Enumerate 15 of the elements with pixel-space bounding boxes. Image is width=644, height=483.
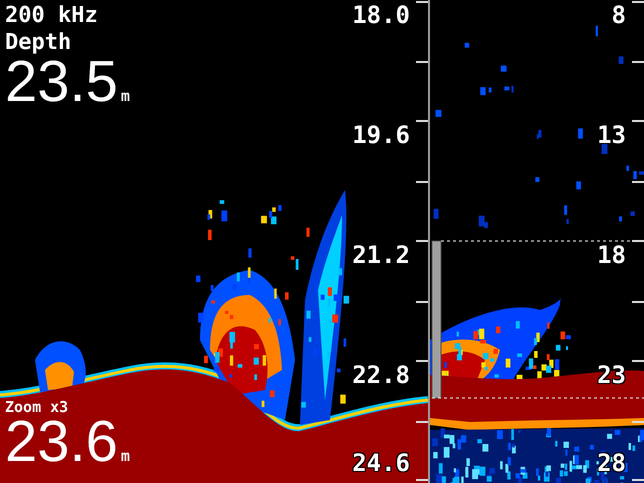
depth-scale-label: 13: [597, 122, 626, 148]
depth-value: 23.5: [5, 56, 118, 108]
zoom-label: Zoom x3: [5, 398, 70, 416]
depth-scale-label: 18: [597, 242, 626, 268]
depth-scale-label: 19.6: [352, 122, 410, 148]
depth-scale-label: 18.0: [352, 2, 410, 28]
frequency-label: 200 kHz: [5, 2, 99, 29]
depth-scale-label: 8: [612, 2, 626, 28]
depth-unit: m: [120, 87, 130, 105]
depth-scale-label: 24.6: [352, 450, 410, 476]
depth-label: Depth: [5, 29, 72, 56]
zoom-depth-unit: m: [120, 447, 130, 465]
zoom-depth-value: 23.6: [5, 416, 118, 468]
depth-scale-label: 21.2: [352, 242, 410, 268]
depth-scale-label: 22.8: [352, 362, 410, 388]
